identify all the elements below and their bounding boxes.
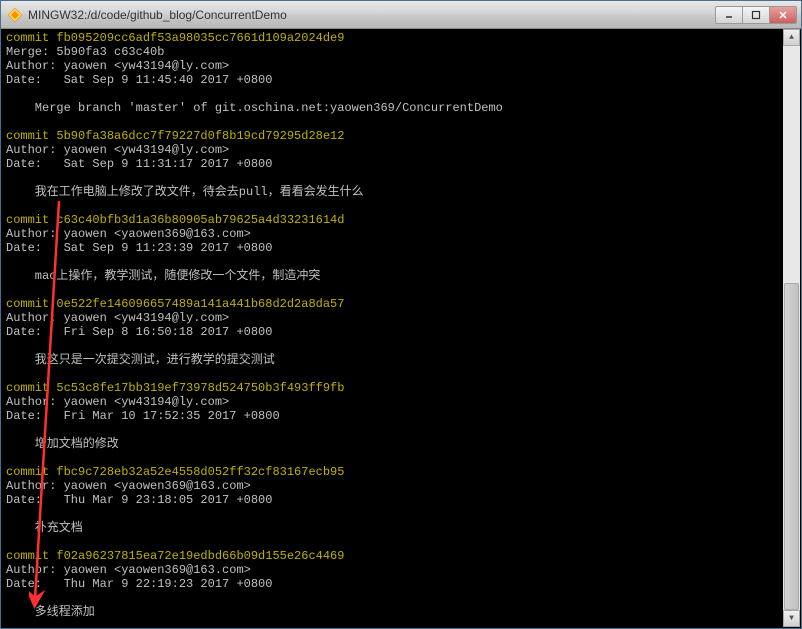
close-button[interactable] — [769, 6, 797, 24]
window-title: MINGW32:/d/code/github_blog/ConcurrentDe… — [28, 8, 716, 22]
commit-merge-line: Merge: 5b90fa3 c63c40b — [6, 45, 779, 59]
blank-line — [6, 619, 779, 627]
commit-date-line: Date: Thu Mar 9 22:19:23 2017 +0800 — [6, 577, 779, 591]
commit-message-line: 补充文档 — [6, 521, 779, 535]
commit-hash-line: commit f02a96237815ea72e19edbd66b09d155e… — [6, 549, 779, 563]
scroll-up-button[interactable]: ▲ — [783, 29, 800, 46]
commit-message-line: 多线程添加 — [6, 605, 779, 619]
blank-line — [6, 423, 779, 437]
scrollbar[interactable]: ▲ ▼ — [783, 29, 800, 627]
commit-author-line: Author: yaowen <yaowen369@163.com> — [6, 227, 779, 241]
commit-message-line: 我这只是一次提交测试，进行教学的提交测试 — [6, 353, 779, 367]
app-icon — [7, 7, 23, 23]
maximize-button[interactable] — [742, 6, 770, 24]
blank-line — [6, 199, 779, 213]
commit-date-line: Date: Sat Sep 9 11:23:39 2017 +0800 — [6, 241, 779, 255]
blank-line — [6, 591, 779, 605]
commit-date-line: Date: Sat Sep 9 11:45:40 2017 +0800 — [6, 73, 779, 87]
commit-message-line: 增加文档的修改 — [6, 437, 779, 451]
commit-author-line: Author: yaowen <yaowen369@163.com> — [6, 563, 779, 577]
commit-author-line: Author: yaowen <yw43194@ly.com> — [6, 395, 779, 409]
commit-hash-line: commit fbc9c728eb32a52e4558d052ff32cf831… — [6, 465, 779, 479]
commit-author-line: Author: yaowen <yaowen369@163.com> — [6, 479, 779, 493]
window-controls — [716, 6, 797, 24]
blank-line — [6, 507, 779, 521]
commit-date-line: Date: Fri Mar 10 17:52:35 2017 +0800 — [6, 409, 779, 423]
commit-hash-line: commit 5c53c8fe17bb319ef73978d524750b3f4… — [6, 381, 779, 395]
commit-author-line: Author: yaowen <yw43194@ly.com> — [6, 143, 779, 157]
scroll-down-button[interactable]: ▼ — [783, 610, 800, 627]
titlebar: MINGW32:/d/code/github_blog/ConcurrentDe… — [1, 1, 801, 29]
commit-message-line: 我在工作电脑上修改了改文件，待会去pull，看看会发生什么 — [6, 185, 779, 199]
blank-line — [6, 535, 779, 549]
commit-date-line: Date: Thu Mar 9 23:18:05 2017 +0800 — [6, 493, 779, 507]
commit-hash-line: commit fb095209cc6adf53a98035cc7661d109a… — [6, 31, 779, 45]
scrollbar-thumb[interactable] — [784, 283, 799, 610]
blank-line — [6, 115, 779, 129]
scrollbar-track[interactable] — [783, 46, 800, 610]
commit-date-line: Date: Fri Sep 8 16:50:18 2017 +0800 — [6, 325, 779, 339]
blank-line — [6, 451, 779, 465]
commit-message-line: mac上操作，教学测试，随便修改一个文件，制造冲突 — [6, 269, 779, 283]
commit-hash-line: commit 5b90fa38a6dcc7f79227d0f8b19cd7929… — [6, 129, 779, 143]
commit-message-line: Merge branch 'master' of git.oschina.net… — [6, 101, 779, 115]
blank-line — [6, 171, 779, 185]
commit-author-line: Author: yaowen <yw43194@ly.com> — [6, 59, 779, 73]
commit-date-line: Date: Sat Sep 9 11:31:17 2017 +0800 — [6, 157, 779, 171]
blank-line — [6, 87, 779, 101]
minimize-button[interactable] — [715, 6, 743, 24]
commit-author-line: Author: yaowen <yw43194@ly.com> — [6, 311, 779, 325]
blank-line — [6, 367, 779, 381]
blank-line — [6, 283, 779, 297]
commit-hash-line: commit 0e522fe146096657489a141a441b68d2d… — [6, 297, 779, 311]
commit-hash-line: commit c63c40bfb3d1a36b80905ab79625a4d33… — [6, 213, 779, 227]
blank-line — [6, 339, 779, 353]
terminal-window: MINGW32:/d/code/github_blog/ConcurrentDe… — [0, 0, 802, 629]
terminal-output[interactable]: commit fb095209cc6adf53a98035cc7661d109a… — [2, 29, 783, 627]
blank-line — [6, 255, 779, 269]
